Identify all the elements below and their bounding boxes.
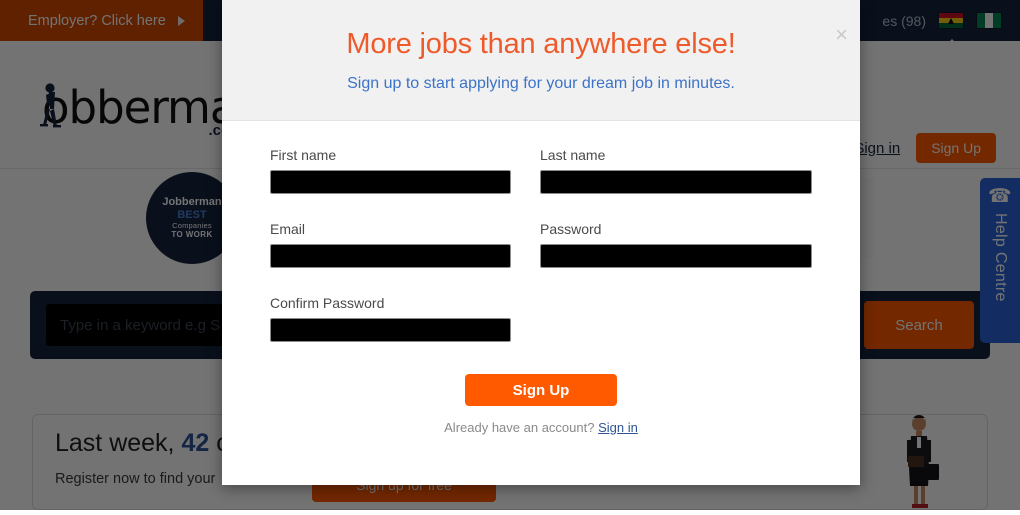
field-email: Email xyxy=(270,221,511,268)
email-label: Email xyxy=(270,221,511,237)
first-name-input[interactable] xyxy=(270,170,511,194)
modal-footer: Already have an account? Sign in xyxy=(270,420,812,435)
signup-modal: More jobs than anywhere else! Sign up to… xyxy=(222,0,860,485)
modal-subtitle: Sign up to start applying for your dream… xyxy=(222,75,860,93)
modal-actions: Sign Up xyxy=(270,374,812,406)
confirm-password-label: Confirm Password xyxy=(270,295,511,311)
field-password: Password xyxy=(540,221,812,268)
field-last-name: Last name xyxy=(540,147,812,194)
last-name-label: Last name xyxy=(540,147,812,163)
modal-header: More jobs than anywhere else! Sign up to… xyxy=(222,0,860,121)
last-name-input[interactable] xyxy=(540,170,812,194)
password-input[interactable] xyxy=(540,244,812,268)
field-confirm-password: Confirm Password xyxy=(270,295,511,342)
confirm-password-input[interactable] xyxy=(270,318,511,342)
first-name-label: First name xyxy=(270,147,511,163)
existing-account-prompt: Already have an account? xyxy=(444,420,594,435)
modal-body: First name Last name Email Password Conf… xyxy=(222,121,860,435)
modal-signin-link[interactable]: Sign in xyxy=(598,420,638,435)
signup-form: First name Last name Email Password Conf… xyxy=(270,147,812,369)
field-first-name: First name xyxy=(270,147,511,194)
close-icon[interactable]: × xyxy=(835,24,848,46)
submit-signup-button[interactable]: Sign Up xyxy=(465,374,617,406)
modal-title: More jobs than anywhere else! xyxy=(222,28,860,61)
email-input[interactable] xyxy=(270,244,511,268)
password-label: Password xyxy=(540,221,812,237)
